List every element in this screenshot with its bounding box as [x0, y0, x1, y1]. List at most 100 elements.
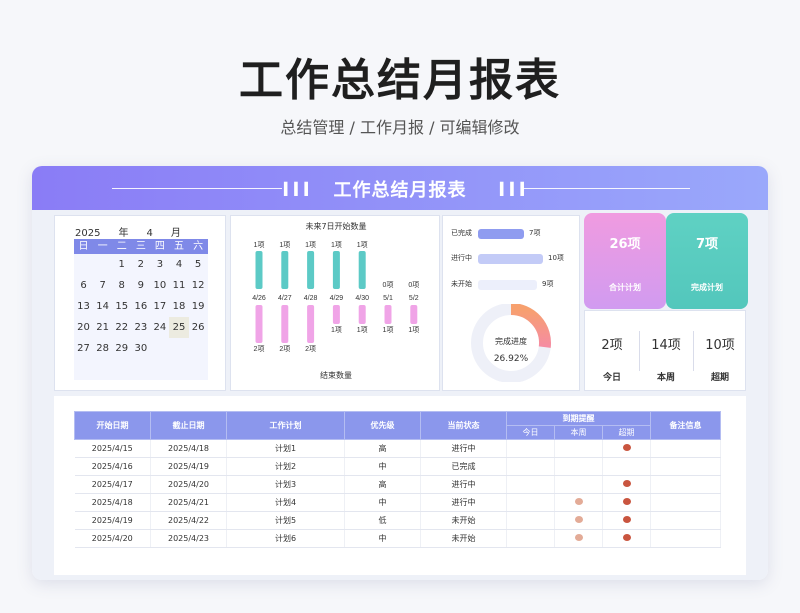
- end-date-cell[interactable]: 2025/4/22: [150, 511, 227, 530]
- calendar-day[interactable]: 22: [112, 317, 132, 338]
- start-date-cell[interactable]: 2025/4/19: [74, 511, 151, 530]
- calendar-day[interactable]: 12: [188, 275, 208, 296]
- calendar-day[interactable]: 29: [112, 338, 132, 359]
- calendar-empty-cell: [150, 359, 170, 380]
- calendar-day[interactable]: 24: [150, 317, 170, 338]
- table-row[interactable]: 2025/4/15 2025/4/18 计划1 高进行中: [74, 439, 721, 458]
- status-cell[interactable]: 进行中: [420, 493, 507, 512]
- calendar-day[interactable]: 10: [150, 275, 170, 296]
- x-tick-label: 4/27: [278, 295, 292, 302]
- priority-cell[interactable]: 中: [344, 529, 421, 548]
- col-week[interactable]: 本周: [554, 425, 603, 440]
- start-date-cell[interactable]: 2025/4/18: [74, 493, 151, 512]
- col-status[interactable]: 当前状态: [420, 411, 507, 440]
- period-overdue-label: 超期: [710, 373, 729, 383]
- calendar-weekday: 三: [131, 239, 151, 254]
- calendar-month[interactable]: 4: [146, 228, 152, 239]
- status-cell[interactable]: 已完成: [420, 457, 507, 476]
- priority-cell[interactable]: 低: [344, 511, 421, 530]
- end-date-cell[interactable]: 2025/4/21: [150, 493, 227, 512]
- notes-cell[interactable]: [650, 511, 721, 530]
- priority-cell[interactable]: 中: [344, 493, 421, 512]
- plan-cell[interactable]: 计划1: [226, 439, 345, 458]
- calendar-day[interactable]: 2: [131, 254, 151, 275]
- end-date-cell[interactable]: 2025/4/19: [150, 457, 227, 476]
- col-notes[interactable]: 备注信息: [650, 411, 721, 440]
- priority-cell[interactable]: 高: [344, 475, 421, 494]
- notes-cell[interactable]: [650, 529, 721, 548]
- start-date-cell[interactable]: 2025/4/20: [74, 529, 151, 548]
- start-date-cell[interactable]: 2025/4/16: [74, 457, 151, 476]
- plan-cell[interactable]: 计划5: [226, 511, 345, 530]
- calendar-day[interactable]: 16: [131, 296, 151, 317]
- end-count-bar: [410, 305, 418, 324]
- notes-cell[interactable]: [650, 475, 721, 494]
- status-cell[interactable]: 进行中: [420, 439, 507, 458]
- table-row[interactable]: 2025/4/17 2025/4/20 计划3 高进行中: [74, 475, 721, 494]
- start-count-label: 1项: [254, 241, 265, 249]
- calendar-day[interactable]: 20: [74, 317, 94, 338]
- plan-cell[interactable]: 计划4: [226, 493, 345, 512]
- status-cell[interactable]: 进行中: [420, 475, 507, 494]
- calendar-day[interactable]: 15: [112, 296, 132, 317]
- notes-cell[interactable]: [650, 457, 721, 476]
- col-today[interactable]: 今日: [506, 425, 555, 440]
- notes-cell[interactable]: [650, 439, 721, 458]
- calendar-day[interactable]: 14: [93, 296, 113, 317]
- calendar-day[interactable]: 30: [131, 338, 151, 359]
- col-due-reminder[interactable]: 到期提醒: [506, 411, 651, 426]
- end-date-cell[interactable]: 2025/4/18: [150, 439, 227, 458]
- kpi-total-label: 合计计划: [609, 283, 641, 292]
- plan-cell[interactable]: 计划3: [226, 475, 345, 494]
- col-plan[interactable]: 工作计划: [226, 411, 345, 440]
- calendar-day[interactable]: 11: [169, 275, 189, 296]
- calendar-day[interactable]: 7: [93, 275, 113, 296]
- priority-cell[interactable]: 高: [344, 439, 421, 458]
- calendar-day[interactable]: 28: [93, 338, 113, 359]
- start-date-cell[interactable]: 2025/4/17: [74, 475, 151, 494]
- calendar-day[interactable]: 6: [74, 275, 94, 296]
- calendar-day[interactable]: 18: [169, 296, 189, 317]
- end-count-bar: [255, 305, 263, 343]
- week-reminder-dot: [574, 534, 583, 541]
- calendar-day[interactable]: 19: [188, 296, 208, 317]
- calendar-year[interactable]: 2025: [75, 228, 100, 239]
- calendar-day[interactable]: 23: [131, 317, 151, 338]
- calendar-day[interactable]: 5: [188, 254, 208, 275]
- calendar-day[interactable]: 9: [131, 275, 151, 296]
- status-row: 已完成 7项: [451, 228, 575, 240]
- status-cell[interactable]: 未开始: [420, 511, 507, 530]
- col-end-date[interactable]: 截止日期: [150, 411, 227, 440]
- calendar-day[interactable]: 27: [74, 338, 94, 359]
- table-row[interactable]: 2025/4/20 2025/4/23 计划6 中未开始: [74, 529, 721, 548]
- calendar-header: 2025 年 4 月: [75, 224, 199, 239]
- col-priority[interactable]: 优先级: [344, 411, 421, 440]
- calendar-day[interactable]: 13: [74, 296, 94, 317]
- plan-cell[interactable]: 计划6: [226, 529, 345, 548]
- table-row[interactable]: 2025/4/16 2025/4/19 计划2 中已完成: [74, 457, 721, 476]
- end-date-cell[interactable]: 2025/4/23: [150, 529, 227, 548]
- week-reminder-cell: [554, 529, 603, 548]
- calendar-day[interactable]: 26: [188, 317, 208, 338]
- calendar-day[interactable]: 25: [169, 317, 189, 338]
- col-overdue[interactable]: 超期: [602, 425, 651, 440]
- table-row[interactable]: 2025/4/18 2025/4/21 计划4 中进行中: [74, 493, 721, 512]
- col-start-date[interactable]: 开始日期: [74, 411, 151, 440]
- plan-cell[interactable]: 计划2: [226, 457, 345, 476]
- period-today-value: 2项: [601, 338, 623, 353]
- calendar-grid: 日一二三四五六 1 2 3 4 5 6 7 8 9 10 11 12 13 14 15 16 17 18 19 20 21…: [74, 239, 208, 380]
- calendar-day[interactable]: 17: [150, 296, 170, 317]
- calendar-year-unit: 年: [118, 228, 129, 239]
- notes-cell[interactable]: [650, 493, 721, 512]
- end-date-cell[interactable]: 2025/4/20: [150, 475, 227, 494]
- calendar-day[interactable]: 8: [112, 275, 132, 296]
- table-row[interactable]: 2025/4/19 2025/4/22 计划5 低未开始: [74, 511, 721, 530]
- priority-cell[interactable]: 中: [344, 457, 421, 476]
- calendar-day[interactable]: 3: [150, 254, 170, 275]
- calendar-day[interactable]: 4: [169, 254, 189, 275]
- end-count-label: 1项: [357, 326, 368, 334]
- start-date-cell[interactable]: 2025/4/15: [74, 439, 151, 458]
- status-cell[interactable]: 未开始: [420, 529, 507, 548]
- calendar-day[interactable]: 1: [112, 254, 132, 275]
- calendar-day[interactable]: 21: [93, 317, 113, 338]
